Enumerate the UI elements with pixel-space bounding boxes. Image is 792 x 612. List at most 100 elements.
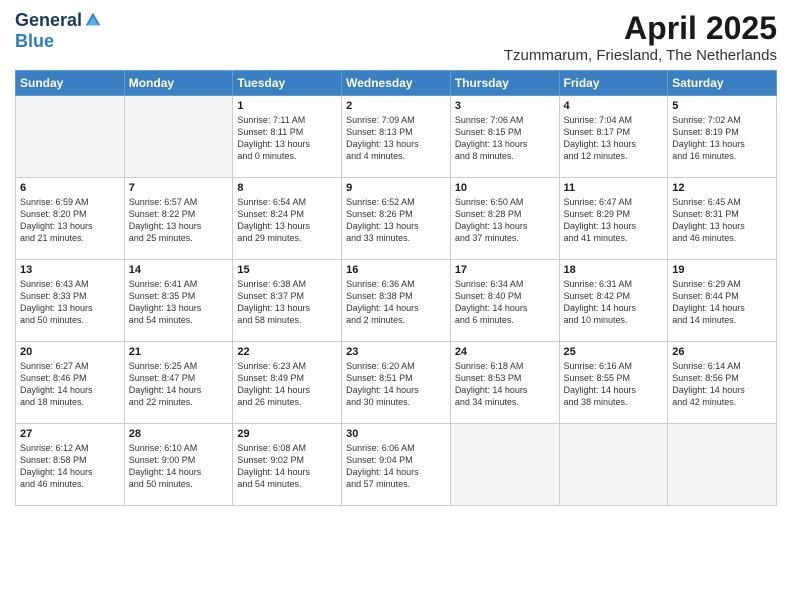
day-info: Sunrise: 6:06 AM Sunset: 9:04 PM Dayligh… <box>346 442 446 491</box>
day-cell: 2Sunrise: 7:09 AM Sunset: 8:13 PM Daylig… <box>342 96 451 178</box>
day-number: 22 <box>237 346 337 358</box>
day-number: 30 <box>346 428 446 440</box>
day-info: Sunrise: 6:08 AM Sunset: 9:02 PM Dayligh… <box>237 442 337 491</box>
weekday-header-tuesday: Tuesday <box>233 71 342 96</box>
day-cell: 28Sunrise: 6:10 AM Sunset: 9:00 PM Dayli… <box>124 424 233 506</box>
day-cell: 1 Sunrise: 7:11 AM Sunset: 8:11 PM Daylig… <box>233 96 342 178</box>
day-info: Sunrise: 6:16 AM Sunset: 8:55 PM Dayligh… <box>564 360 664 409</box>
day-cell: 20 Sunrise: 6:27 AM Sunset: 8:46 PM Dayli… <box>16 342 125 424</box>
week-row-4: 20 Sunrise: 6:27 AM Sunset: 8:46 PM Dayli… <box>16 342 777 424</box>
day-cell <box>450 424 559 506</box>
day-number: 8 <box>237 182 337 194</box>
day-info: Sunrise: 6:38 AM Sunset: 8:37 PM Dayligh… <box>237 278 337 327</box>
header: General Blue April 2025 Tzummarum, Fries… <box>15 10 777 64</box>
day-info: Sunrise: 6:57 AM Sunset: 8:22 PM Dayligh… <box>129 196 229 245</box>
day-number: 5 <box>672 100 772 112</box>
day-cell <box>124 96 233 178</box>
calendar: SundayMondayTuesdayWednesdayThursdayFrid… <box>15 70 777 506</box>
day-cell <box>16 96 125 178</box>
day-cell: 24 Sunrise: 6:18 AM Sunset: 8:53 PM Dayli… <box>450 342 559 424</box>
day-number: 24 <box>455 346 555 358</box>
day-number: 7 <box>129 182 229 194</box>
day-number: 12 <box>672 182 772 194</box>
day-number: 4 <box>564 100 664 112</box>
day-number: 13 <box>20 264 120 276</box>
weekday-header-wednesday: Wednesday <box>342 71 451 96</box>
day-info: Sunrise: 6:36 AM Sunset: 8:38 PM Dayligh… <box>346 278 446 327</box>
day-cell: 15 Sunrise: 6:38 AM Sunset: 8:37 PM Dayli… <box>233 260 342 342</box>
day-cell: 19 Sunrise: 6:29 AM Sunset: 8:44 PM Dayli… <box>668 260 777 342</box>
day-info: Sunrise: 7:06 AM Sunset: 8:15 PM Dayligh… <box>455 114 555 163</box>
day-cell: 26 Sunrise: 6:14 AM Sunset: 8:56 PM Dayli… <box>668 342 777 424</box>
day-number: 15 <box>237 264 337 276</box>
day-cell: 14 Sunrise: 6:41 AM Sunset: 8:35 PM Dayli… <box>124 260 233 342</box>
day-cell: 10 Sunrise: 6:50 AM Sunset: 8:28 PM Dayli… <box>450 178 559 260</box>
day-cell <box>668 424 777 506</box>
day-number: 1 <box>237 100 337 112</box>
day-info: Sunrise: 6:29 AM Sunset: 8:44 PM Dayligh… <box>672 278 772 327</box>
weekday-header-row: SundayMondayTuesdayWednesdayThursdayFrid… <box>16 71 777 96</box>
day-cell: 11 Sunrise: 6:47 AM Sunset: 8:29 PM Dayli… <box>559 178 668 260</box>
day-info: Sunrise: 6:52 AM Sunset: 8:26 PM Dayligh… <box>346 196 446 245</box>
day-cell: 30 Sunrise: 6:06 AM Sunset: 9:04 PM Dayli… <box>342 424 451 506</box>
day-number: 11 <box>564 182 664 194</box>
day-number: 16 <box>346 264 446 276</box>
day-number: 28 <box>129 428 229 440</box>
day-cell: 22 Sunrise: 6:23 AM Sunset: 8:49 PM Dayli… <box>233 342 342 424</box>
day-info: Sunrise: 6:14 AM Sunset: 8:56 PM Dayligh… <box>672 360 772 409</box>
day-number: 23 <box>346 346 446 358</box>
day-number: 21 <box>129 346 229 358</box>
logo: General Blue <box>15 10 102 52</box>
week-row-1: 1 Sunrise: 7:11 AM Sunset: 8:11 PM Daylig… <box>16 96 777 178</box>
logo-blue-text: Blue <box>15 31 54 51</box>
week-row-5: 27Sunrise: 6:12 AM Sunset: 8:58 PM Dayli… <box>16 424 777 506</box>
logo-general-text: General <box>15 10 82 31</box>
day-cell: 23 Sunrise: 6:20 AM Sunset: 8:51 PM Dayli… <box>342 342 451 424</box>
day-cell: 18Sunrise: 6:31 AM Sunset: 8:42 PM Dayli… <box>559 260 668 342</box>
day-number: 3 <box>455 100 555 112</box>
weekday-header-monday: Monday <box>124 71 233 96</box>
weekday-header-thursday: Thursday <box>450 71 559 96</box>
day-number: 29 <box>237 428 337 440</box>
day-number: 20 <box>20 346 120 358</box>
day-number: 6 <box>20 182 120 194</box>
day-info: Sunrise: 6:41 AM Sunset: 8:35 PM Dayligh… <box>129 278 229 327</box>
day-number: 14 <box>129 264 229 276</box>
day-info: Sunrise: 6:20 AM Sunset: 8:51 PM Dayligh… <box>346 360 446 409</box>
day-cell: 5Sunrise: 7:02 AM Sunset: 8:19 PM Daylig… <box>668 96 777 178</box>
day-number: 17 <box>455 264 555 276</box>
day-number: 27 <box>20 428 120 440</box>
day-info: Sunrise: 7:04 AM Sunset: 8:17 PM Dayligh… <box>564 114 664 163</box>
logo-icon <box>84 11 102 29</box>
day-info: Sunrise: 6:47 AM Sunset: 8:29 PM Dayligh… <box>564 196 664 245</box>
day-info: Sunrise: 7:11 AM Sunset: 8:11 PM Dayligh… <box>237 114 337 163</box>
weekday-header-friday: Friday <box>559 71 668 96</box>
day-number: 25 <box>564 346 664 358</box>
day-cell: 17Sunrise: 6:34 AM Sunset: 8:40 PM Dayli… <box>450 260 559 342</box>
day-cell: 16 Sunrise: 6:36 AM Sunset: 8:38 PM Dayli… <box>342 260 451 342</box>
weekday-header-saturday: Saturday <box>668 71 777 96</box>
day-cell: 21Sunrise: 6:25 AM Sunset: 8:47 PM Dayli… <box>124 342 233 424</box>
day-cell: 25 Sunrise: 6:16 AM Sunset: 8:55 PM Dayli… <box>559 342 668 424</box>
day-number: 19 <box>672 264 772 276</box>
day-cell: 8 Sunrise: 6:54 AM Sunset: 8:24 PM Daylig… <box>233 178 342 260</box>
day-info: Sunrise: 6:59 AM Sunset: 8:20 PM Dayligh… <box>20 196 120 245</box>
title-block: April 2025 Tzummarum, Friesland, The Net… <box>504 10 777 64</box>
day-cell: 9Sunrise: 6:52 AM Sunset: 8:26 PM Daylig… <box>342 178 451 260</box>
day-number: 10 <box>455 182 555 194</box>
day-info: Sunrise: 6:50 AM Sunset: 8:28 PM Dayligh… <box>455 196 555 245</box>
day-cell: 7 Sunrise: 6:57 AM Sunset: 8:22 PM Daylig… <box>124 178 233 260</box>
day-cell: 13 Sunrise: 6:43 AM Sunset: 8:33 PM Dayli… <box>16 260 125 342</box>
day-info: Sunrise: 6:18 AM Sunset: 8:53 PM Dayligh… <box>455 360 555 409</box>
day-cell: 27Sunrise: 6:12 AM Sunset: 8:58 PM Dayli… <box>16 424 125 506</box>
day-info: Sunrise: 6:54 AM Sunset: 8:24 PM Dayligh… <box>237 196 337 245</box>
day-cell <box>559 424 668 506</box>
day-info: Sunrise: 6:27 AM Sunset: 8:46 PM Dayligh… <box>20 360 120 409</box>
day-number: 26 <box>672 346 772 358</box>
day-cell: 12Sunrise: 6:45 AM Sunset: 8:31 PM Dayli… <box>668 178 777 260</box>
day-info: Sunrise: 6:23 AM Sunset: 8:49 PM Dayligh… <box>237 360 337 409</box>
day-cell: 29 Sunrise: 6:08 AM Sunset: 9:02 PM Dayli… <box>233 424 342 506</box>
day-info: Sunrise: 6:43 AM Sunset: 8:33 PM Dayligh… <box>20 278 120 327</box>
day-info: Sunrise: 6:31 AM Sunset: 8:42 PM Dayligh… <box>564 278 664 327</box>
day-info: Sunrise: 7:09 AM Sunset: 8:13 PM Dayligh… <box>346 114 446 163</box>
